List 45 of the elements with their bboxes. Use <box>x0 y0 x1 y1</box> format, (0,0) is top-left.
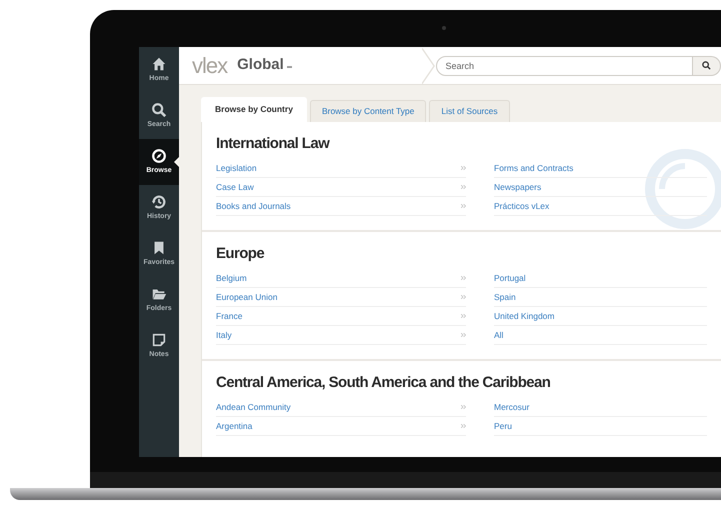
link[interactable]: France <box>216 310 461 322</box>
search-icon <box>702 61 711 70</box>
link[interactable]: Prácticos vLex <box>494 200 550 212</box>
double-chevron-icon <box>461 166 466 170</box>
search-icon <box>151 102 167 118</box>
home-icon <box>151 56 167 72</box>
link[interactable]: Italy <box>216 328 461 342</box>
link[interactable]: Forms and Contracts <box>494 162 574 174</box>
double-chevron-icon <box>461 295 466 299</box>
double-chevron-icon <box>461 276 466 280</box>
notes-icon <box>151 332 167 348</box>
double-chevron-icon <box>461 204 466 208</box>
tab[interactable]: Browse by Content Type <box>310 100 426 122</box>
link[interactable]: Legislation <box>216 162 461 174</box>
site-selector[interactable]: Global <box>237 54 284 77</box>
link[interactable]: European Union <box>216 290 461 304</box>
link[interactable]: Andean Community <box>216 400 461 414</box>
double-chevron-icon <box>461 314 466 318</box>
section-heading: International Law <box>216 135 331 153</box>
browse-icon <box>151 148 167 164</box>
link[interactable]: Books and Journals <box>216 200 461 212</box>
logo: vlex <box>192 54 228 76</box>
selection-pointer <box>174 157 179 167</box>
link[interactable]: Newspapers <box>494 180 542 194</box>
double-chevron-icon <box>461 185 466 189</box>
link[interactable]: Peru <box>494 420 512 432</box>
double-chevron-icon <box>461 405 466 409</box>
link[interactable]: Argentina <box>216 420 461 432</box>
double-chevron-icon <box>461 424 466 428</box>
link[interactable]: Belgium <box>216 272 461 284</box>
caret-icon[interactable] <box>286 66 292 68</box>
link[interactable]: Portugal <box>494 272 526 284</box>
tab[interactable]: Browse by Country <box>201 97 307 122</box>
history-icon <box>151 194 167 210</box>
link[interactable]: Mercosur <box>494 400 530 414</box>
tab[interactable]: List of Sources <box>429 100 510 122</box>
search-field[interactable]: Search <box>436 56 693 76</box>
link[interactable]: Spain <box>494 290 516 304</box>
link[interactable]: Case Law <box>216 180 461 194</box>
link[interactable]: All <box>494 328 504 342</box>
section-heading: Europe <box>216 245 266 263</box>
search-button[interactable] <box>693 56 721 76</box>
double-chevron-icon <box>461 333 466 337</box>
section-heading: Central America, South America and the Caribbean <box>216 374 552 392</box>
link[interactable]: United Kingdom <box>494 310 554 322</box>
